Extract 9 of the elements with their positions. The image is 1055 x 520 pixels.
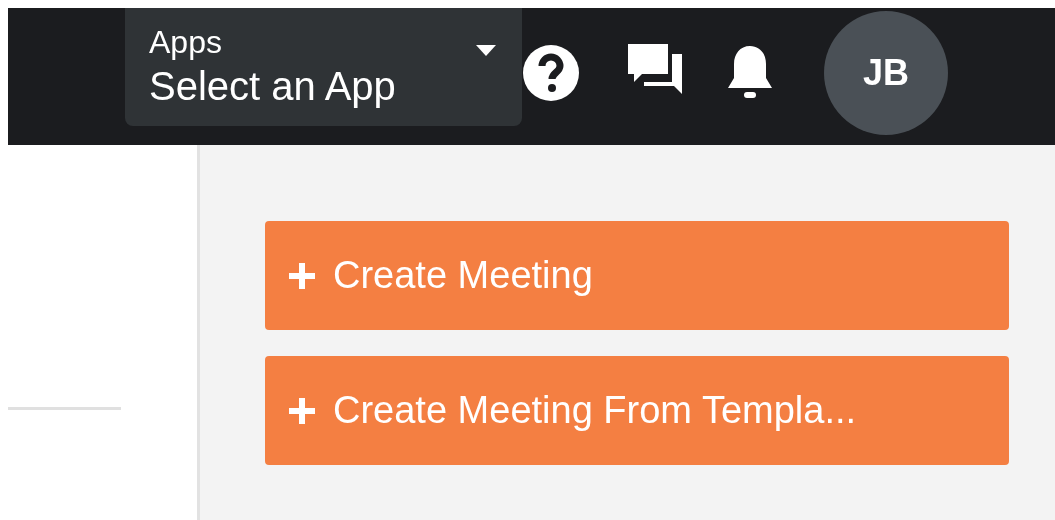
chat-icon[interactable] xyxy=(628,44,684,94)
plus-icon xyxy=(289,397,315,424)
selector-label: Apps xyxy=(149,23,223,61)
help-icon[interactable] xyxy=(522,44,580,102)
caret-icon xyxy=(476,44,496,56)
selector-value: Select an App xyxy=(149,63,396,110)
user-avatar[interactable]: JB xyxy=(824,11,948,135)
app-selector[interactable]: Apps Select an App xyxy=(125,8,522,126)
plus-icon xyxy=(289,262,315,289)
